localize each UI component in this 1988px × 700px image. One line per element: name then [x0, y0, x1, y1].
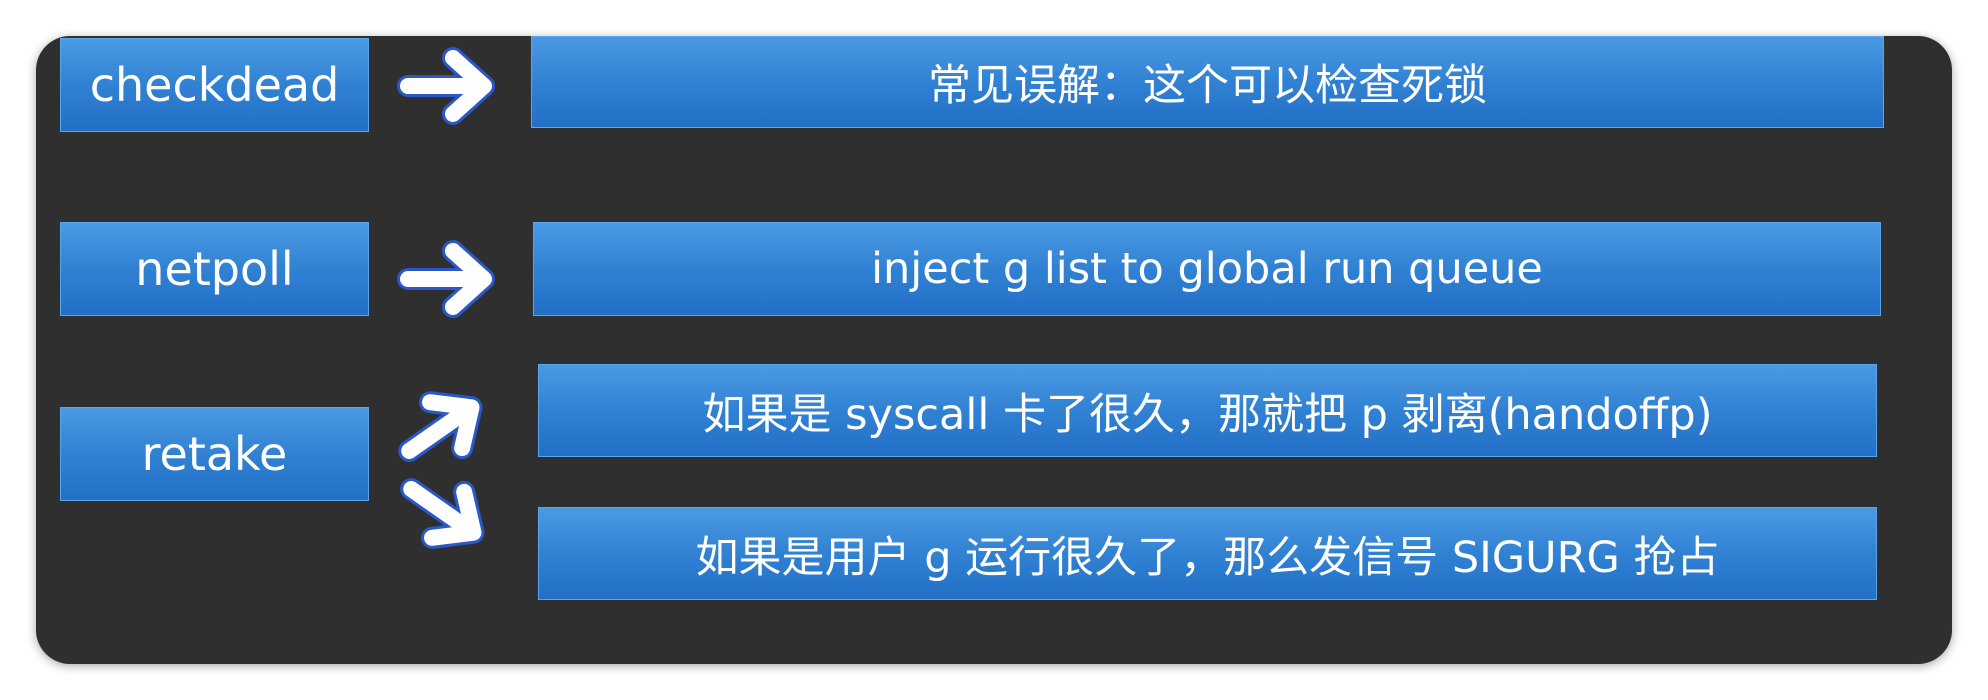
- retake-syscall-description-box: 如果是 syscall 卡了很久，那就把 p 剥离(handoffp): [538, 364, 1877, 457]
- netpoll-box: netpoll: [60, 222, 369, 316]
- canvas: checkdead netpoll retake 常见误解：这个可以检查死锁 i…: [0, 0, 1988, 700]
- checkdead-description-box: 常见误解：这个可以检查死锁: [531, 36, 1884, 128]
- retake-box: retake: [60, 407, 369, 501]
- netpoll-description-box: inject g list to global run queue: [533, 222, 1881, 316]
- retake-preempt-description-box: 如果是用户 g 运行很久了，那么发信号 SIGURG 抢占: [538, 507, 1877, 600]
- checkdead-box: checkdead: [60, 38, 369, 132]
